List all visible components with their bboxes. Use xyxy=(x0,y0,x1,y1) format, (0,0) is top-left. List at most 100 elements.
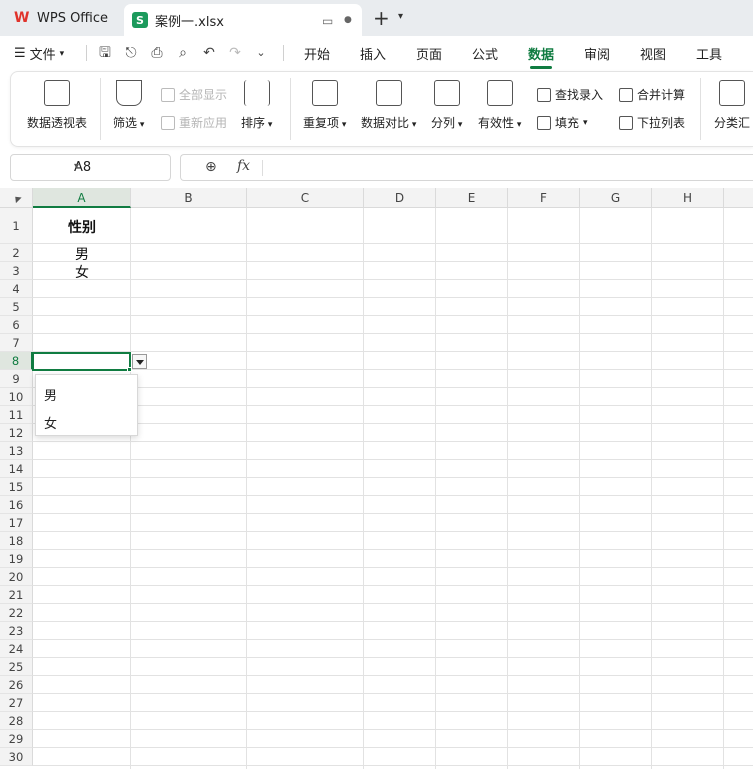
sort-button[interactable]: 排序 ▾ xyxy=(241,80,272,131)
hamburger-icon: ☰ xyxy=(14,46,26,61)
row-header-7[interactable]: 7 xyxy=(0,334,33,352)
grid-line xyxy=(33,423,753,424)
row-header-20[interactable]: 20 xyxy=(0,568,33,586)
cell-dropdown-button[interactable] xyxy=(132,354,147,369)
show-all-button[interactable]: 全部显示 xyxy=(161,86,227,103)
tab-file[interactable]: S 案例一.xlsx ▭ ● xyxy=(124,4,362,36)
spreadsheet-grid[interactable]: ABCDEFGH 1 2 3 4 5 6 7 8 9 10 11 12 13 14 15 16 17 18 19 20… xyxy=(0,188,753,769)
redo-icon[interactable]: ↷ xyxy=(226,44,244,62)
row-header-1[interactable]: 1 xyxy=(0,208,33,244)
select-all-corner[interactable] xyxy=(0,188,33,208)
grid-line xyxy=(33,639,753,640)
column-header-C[interactable]: C xyxy=(247,188,364,208)
show-all-label: 全部显示 xyxy=(179,88,228,102)
grid-line xyxy=(723,208,724,769)
cell-A3[interactable]: 女 xyxy=(33,262,131,282)
row-header-14[interactable]: 14 xyxy=(0,460,33,478)
row-header-19[interactable]: 19 xyxy=(0,550,33,568)
name-box[interactable]: A8 ▾ xyxy=(10,154,171,181)
row-header-17[interactable]: 17 xyxy=(0,514,33,532)
validity-button[interactable]: 有效性 ▾ xyxy=(478,80,521,131)
divider xyxy=(700,78,701,140)
active-tab-indicator xyxy=(530,66,552,69)
chevron-down-icon[interactable]: ▾ xyxy=(398,11,403,22)
row-header-5[interactable]: 5 xyxy=(0,298,33,316)
row-header-2[interactable]: 2 xyxy=(0,244,33,262)
file-menu[interactable]: ☰ 文件 ▾ xyxy=(14,44,64,63)
menu-item-start[interactable]: 开始 xyxy=(304,44,330,63)
dropdown-option[interactable]: 男 xyxy=(44,385,57,404)
grid-line xyxy=(33,477,753,478)
row-header-15[interactable]: 15 xyxy=(0,478,33,496)
row-header-24[interactable]: 24 xyxy=(0,640,33,658)
row-header-22[interactable]: 22 xyxy=(0,604,33,622)
row-header-8[interactable]: 8 xyxy=(0,352,33,370)
row-header-3[interactable]: 3 xyxy=(0,262,33,280)
dropdown-list-button[interactable]: 下拉列表 xyxy=(619,114,685,131)
menu-item-tools[interactable]: 工具 xyxy=(696,44,722,63)
row-header-10[interactable]: 10 xyxy=(0,388,33,406)
formula-bar[interactable]: ⊕ fx xyxy=(180,154,753,181)
consolidate-button[interactable]: 合并计算 xyxy=(619,86,685,103)
row-header-16[interactable]: 16 xyxy=(0,496,33,514)
menu-item-formula[interactable]: 公式 xyxy=(472,44,498,63)
row-header-25[interactable]: 25 xyxy=(0,658,33,676)
save-icon[interactable]: 🖫 xyxy=(96,44,114,62)
new-tab-icon[interactable]: + xyxy=(373,6,390,30)
column-header-E[interactable]: E xyxy=(436,188,508,208)
lookup-entry-button[interactable]: 查找录入 xyxy=(537,86,603,103)
row-header-27[interactable]: 27 xyxy=(0,694,33,712)
dropdown-option[interactable]: 女 xyxy=(44,413,57,432)
grid-line xyxy=(33,315,753,316)
column-header-H[interactable]: H xyxy=(652,188,724,208)
print-icon[interactable]: ⎙ xyxy=(148,44,166,62)
column-header-partial[interactable] xyxy=(724,188,753,208)
fill-button[interactable]: 填充 ▾ xyxy=(537,114,588,131)
menu-item-data[interactable]: 数据 xyxy=(528,44,554,63)
print-preview-icon[interactable]: ⌕ xyxy=(174,44,192,62)
row-header-9[interactable]: 9 xyxy=(0,370,33,388)
tab-wps-office[interactable]: W WPS Office xyxy=(6,4,118,32)
row-header-29[interactable]: 29 xyxy=(0,730,33,748)
row-header-13[interactable]: 13 xyxy=(0,442,33,460)
compare-button[interactable]: 数据对比 ▾ xyxy=(361,80,416,131)
cell-A2[interactable]: 男 xyxy=(33,244,131,264)
row-header-18[interactable]: 18 xyxy=(0,532,33,550)
column-header-D[interactable]: D xyxy=(364,188,436,208)
row-header-21[interactable]: 21 xyxy=(0,586,33,604)
zoom-icon[interactable]: ⊕ xyxy=(205,159,217,175)
row-header-23[interactable]: 23 xyxy=(0,622,33,640)
row-header-6[interactable]: 6 xyxy=(0,316,33,334)
duplicates-button[interactable]: 重复项 ▾ xyxy=(303,80,346,131)
split-columns-button[interactable]: 分列 ▾ xyxy=(431,80,462,131)
column-header-G[interactable]: G xyxy=(580,188,652,208)
unsaved-dot-icon[interactable]: ● xyxy=(344,15,352,25)
window-icon[interactable]: ▭ xyxy=(322,14,333,28)
cell-A1[interactable]: 性别 xyxy=(33,217,131,237)
row-header-11[interactable]: 11 xyxy=(0,406,33,424)
more-chevron-icon[interactable]: ⌄ xyxy=(252,44,270,62)
pivot-table-button[interactable]: 数据透视表 xyxy=(27,80,87,131)
subtotal-button[interactable]: 分类汇 xyxy=(714,80,750,131)
menu-item-insert[interactable]: 插入 xyxy=(360,44,386,63)
fx-icon[interactable]: fx xyxy=(237,158,250,174)
filter-button[interactable]: 筛选 ▾ xyxy=(113,80,144,131)
sort-icon xyxy=(243,80,270,106)
active-cell-A8[interactable] xyxy=(32,352,131,371)
reapply-button[interactable]: 重新应用 xyxy=(161,114,227,131)
menu-item-page[interactable]: 页面 xyxy=(416,44,442,63)
row-header-26[interactable]: 26 xyxy=(0,676,33,694)
export-icon[interactable]: ⎋ xyxy=(122,44,140,62)
chevron-down-icon[interactable]: ▾ xyxy=(74,161,162,172)
undo-icon[interactable]: ↶ xyxy=(200,44,218,62)
row-header-28[interactable]: 28 xyxy=(0,712,33,730)
grid-line xyxy=(33,279,753,280)
menu-item-view[interactable]: 视图 xyxy=(640,44,666,63)
menu-item-review[interactable]: 审阅 xyxy=(584,44,610,63)
row-header-4[interactable]: 4 xyxy=(0,280,33,298)
column-header-B[interactable]: B xyxy=(131,188,247,208)
row-header-30[interactable]: 30 xyxy=(0,748,33,766)
column-header-F[interactable]: F xyxy=(508,188,580,208)
column-header-A[interactable]: A xyxy=(33,188,131,208)
row-header-12[interactable]: 12 xyxy=(0,424,33,442)
